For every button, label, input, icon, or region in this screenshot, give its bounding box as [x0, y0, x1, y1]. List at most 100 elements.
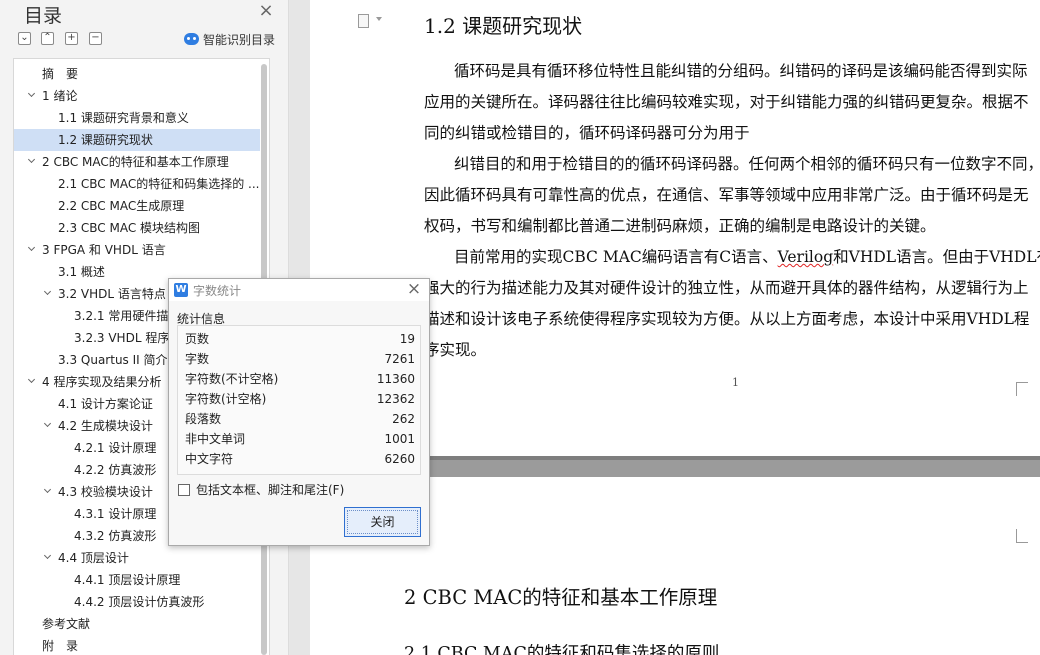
toc-item[interactable]: 2.2 CBC MAC生成原理: [14, 195, 260, 217]
chevron-down-icon[interactable]: [28, 158, 36, 166]
toc-item-label: 4.2.1 设计原理: [74, 441, 157, 455]
toc-item-label: 2.2 CBC MAC生成原理: [58, 199, 185, 213]
stat-row: 页数 19: [178, 329, 422, 349]
toc-item[interactable]: 4.4 顶层设计: [14, 547, 260, 569]
paragraph-line: 目前常用的实现CBC MAC编码语言有C语言、Verilog和VHDL语言。但由…: [424, 247, 1040, 267]
page-number: 1: [732, 376, 739, 389]
toc-item-label: 2.1 CBC MAC的特征和码集选择的 ...: [58, 177, 260, 191]
toc-item-label: 3.2.1 常用硬件描述: [74, 309, 181, 323]
ai-recognize-toc-button[interactable]: 智能识别目录: [184, 30, 275, 48]
toc-item-label: 4.4.2 顶层设计仿真波形: [74, 595, 205, 609]
toc-item-label: 2 CBC MAC的特征和基本工作原理: [42, 155, 229, 169]
chevron-down-icon[interactable]: [28, 246, 36, 254]
sub-section-heading: 2.1 CBC MAC的特征和码集选择的原则: [404, 644, 720, 655]
toc-item[interactable]: 2 CBC MAC的特征和基本工作原理: [14, 151, 260, 173]
toc-item[interactable]: 摘 要: [14, 63, 260, 85]
stat-label: 字符数(计空格): [185, 392, 267, 406]
paragraph-line: 同的纠错或检错目的，循环码译码器可分为用于: [424, 123, 1040, 143]
toc-item-label: 参考文献: [42, 617, 91, 631]
text-run: 权码，书写和编制都比普通二进制码麻烦，正确的编制是电路设计的关键。: [424, 217, 936, 235]
expand-all-icon[interactable]: ⌃: [41, 32, 54, 45]
paragraph-line: 序实现。: [424, 340, 1040, 360]
wps-logo-icon: W: [174, 283, 188, 297]
toc-item[interactable]: 1 绪论: [14, 85, 260, 107]
paragraph-line: 应用的关键所在。译码器往往比编码较难实现，对于纠错能力强的纠错码更复杂。根据不: [424, 92, 1040, 112]
stat-value: 262: [392, 412, 415, 426]
toc-item-label: 1.1 课题研究背景和意义: [58, 111, 189, 125]
toc-item-label: 1 绪论: [42, 89, 78, 103]
text-run: 强大的行为描述能力及其对硬件设计的独立性，从而避开具体的器件结构，从逻辑行为上: [424, 279, 1029, 297]
stat-value: 12362: [376, 392, 415, 406]
stat-label: 中文字符: [185, 452, 234, 466]
stats-group: 页数 19 字数 7261 字符数(不计空格) 11360 字符数(计空格) 12362 段落数…: [177, 325, 421, 475]
stat-value: 6260: [384, 452, 415, 466]
toc-title: 目录: [24, 5, 63, 27]
close-button[interactable]: 关闭: [344, 507, 421, 537]
toc-item-label: 4.2.2 仿真波形: [74, 463, 157, 477]
stat-row: 非中文单词 1001: [178, 429, 422, 449]
remove-heading-icon[interactable]: −: [89, 32, 102, 45]
toc-item[interactable]: 2.3 CBC MAC 模块结构图: [14, 217, 260, 239]
section-heading: 1.2 课题研究现状: [424, 14, 583, 38]
dialog-titlebar[interactable]: W 字数统计 ×: [169, 279, 429, 301]
stat-row: 中文字符 6260: [178, 449, 422, 469]
stat-row: 字符数(计空格) 12362: [178, 389, 422, 409]
toc-item-label: 4.1 设计方案论证: [58, 397, 153, 411]
toc-item-label: 4.2 生成模块设计: [58, 419, 153, 433]
toc-item[interactable]: 附 录: [14, 635, 260, 655]
text-run: 序实现。: [424, 341, 487, 359]
stat-label: 字符数(不计空格): [185, 372, 279, 386]
paragraph-line: 因此循环码具有可靠性高的优点，在通信、军事等领域中应用非常广泛。由于循环码是无: [424, 185, 1040, 205]
document-icon[interactable]: [358, 14, 369, 28]
toc-item-label: 3 FPGA 和 VHDL 语言: [42, 243, 166, 257]
add-heading-icon[interactable]: +: [65, 32, 78, 45]
close-icon[interactable]: ×: [258, 2, 274, 20]
toc-item[interactable]: 4.4.2 顶层设计仿真波形: [14, 591, 260, 613]
include-textbox-footnotes-label: 包括文本框、脚注和尾注(F): [196, 483, 345, 497]
stat-value: 11360: [376, 372, 415, 386]
stat-row: 段落数 262: [178, 409, 422, 429]
chapter-heading: 2 CBC MAC的特征和基本工作原理: [404, 586, 718, 609]
chevron-down-icon[interactable]: [44, 488, 52, 496]
include-textbox-footnotes-checkbox-row[interactable]: 包括文本框、脚注和尾注(F): [178, 482, 344, 498]
collapse-all-icon[interactable]: ⌄: [18, 32, 31, 45]
paragraph-line: 循环码是具有循环移位特性且能纠错的分组码。纠错码的译码是该编码能否得到实际: [424, 61, 1040, 81]
toc-item[interactable]: 1.1 课题研究背景和意义: [14, 107, 260, 129]
paragraph-line: 强大的行为描述能力及其对硬件设计的独立性，从而避开具体的器件结构，从逻辑行为上: [424, 278, 1040, 298]
misspelled-word[interactable]: Verilog: [778, 248, 834, 266]
stat-row: 字数 7261: [178, 349, 422, 369]
toc-item-label: 3.2.3 VHDL 程序的: [74, 331, 182, 345]
toc-item-label: 4.4 顶层设计: [58, 551, 129, 565]
toc-item-label: 3.1 概述: [58, 265, 105, 279]
toc-item[interactable]: 1.2 课题研究现状: [14, 129, 260, 151]
stat-label: 字数: [185, 352, 210, 366]
toc-item[interactable]: 参考文献: [14, 613, 260, 635]
chevron-down-icon[interactable]: [44, 422, 52, 430]
chevron-down-icon[interactable]: [44, 290, 52, 298]
toc-item-label: 4 程序实现及结果分析: [42, 375, 162, 389]
text-run: 因此循环码具有可靠性高的优点，在通信、军事等领域中应用非常广泛。由于循环码是无: [424, 186, 1029, 204]
stat-value: 19: [399, 332, 415, 346]
paragraph-line: 描述和设计该电子系统使得程序实现较为方便。从以上方面考虑，本设计中采用VHDL程: [424, 309, 1040, 329]
stat-label: 非中文单词: [185, 432, 246, 446]
text-run: 和VHDL语言。但由于VHDL有: [833, 248, 1040, 266]
chevron-down-icon[interactable]: [44, 554, 52, 562]
paragraph-line: 纠错目的和用于检错目的的循环码译码器。任何两个相邻的循环码只有一位数字不同，: [424, 154, 1040, 174]
text-run: 纠错目的和用于检错目的的循环码译码器。任何两个相邻的循环码只有一位数字不同，: [454, 155, 1040, 173]
toc-item-label: 摘 要: [42, 67, 79, 81]
close-icon[interactable]: ×: [406, 280, 422, 298]
toc-item-label: 4.3.2 仿真波形: [74, 529, 157, 543]
include-textbox-footnotes-checkbox[interactable]: [178, 484, 190, 496]
toc-item[interactable]: 2.1 CBC MAC的特征和码集选择的 ...: [14, 173, 260, 195]
ai-recognize-label: 智能识别目录: [203, 32, 276, 47]
toc-item-label: 1.2 课题研究现状: [58, 133, 153, 147]
text-run: 应用的关键所在。译码器往往比编码较难实现，对于纠错能力强的纠错码更复杂。根据不: [424, 93, 1029, 111]
chevron-down-icon[interactable]: [376, 17, 382, 21]
toc-item[interactable]: 4.4.1 顶层设计原理: [14, 569, 260, 591]
chevron-down-icon[interactable]: [28, 92, 36, 100]
toc-item[interactable]: 3 FPGA 和 VHDL 语言: [14, 239, 260, 261]
toc-item-label: 4.3.1 设计原理: [74, 507, 157, 521]
toc-item-label: 2.3 CBC MAC 模块结构图: [58, 221, 201, 235]
stat-value: 7261: [384, 352, 415, 366]
chevron-down-icon[interactable]: [28, 378, 36, 386]
